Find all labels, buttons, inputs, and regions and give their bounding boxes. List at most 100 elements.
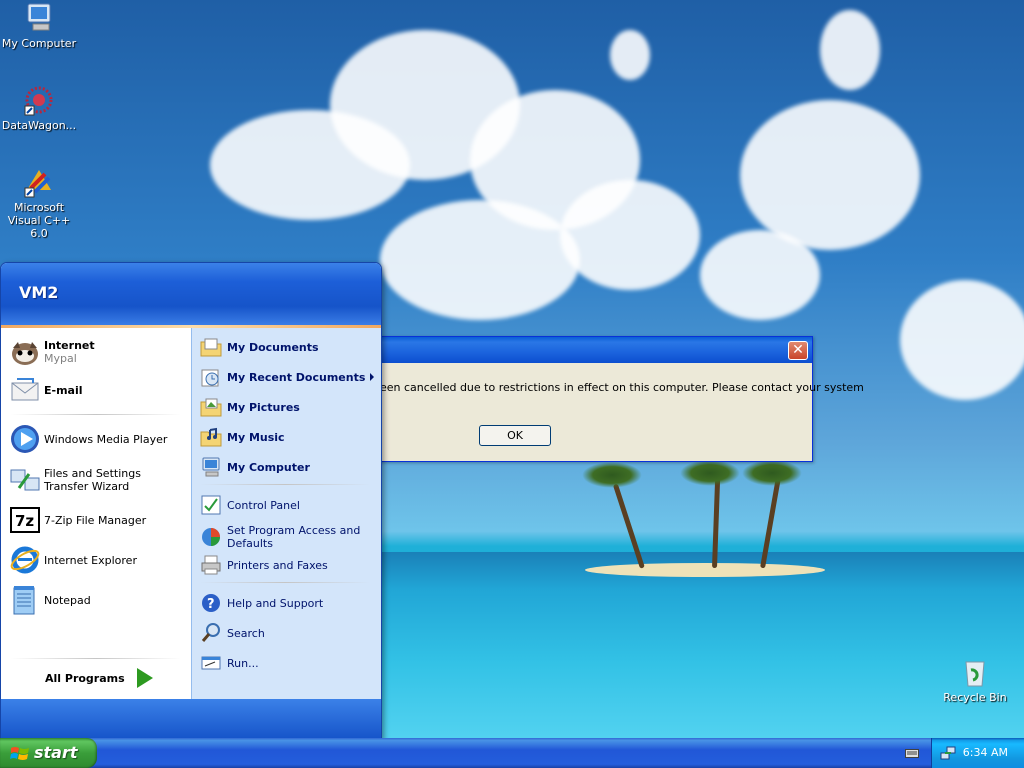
printer-icon: [200, 554, 222, 576]
windows-logo-icon: [10, 745, 30, 766]
keyboard-icon[interactable]: [905, 747, 919, 762]
cloud: [380, 200, 580, 320]
palm-leaves: [742, 460, 802, 486]
cloud: [740, 100, 920, 250]
start-button[interactable]: start: [0, 738, 97, 768]
7zip-icon: 7z: [9, 504, 41, 536]
pinned-email[interactable]: E-mail: [9, 374, 83, 406]
desktop-icon-my-computer[interactable]: My Computer: [0, 2, 78, 50]
pinned-label: E-mail: [44, 383, 83, 397]
recent-label: Files and Settings Transfer Wizard: [44, 467, 141, 493]
error-dialog: ✕ een cancelled due to restrictions in e…: [378, 336, 864, 462]
dialog-ok-button[interactable]: OK: [479, 425, 551, 446]
places-printers[interactable]: Printers and Faxes: [200, 554, 328, 576]
green-arrow-icon: [136, 668, 153, 688]
email-icon: [9, 374, 41, 406]
desktop-icon-datawagon[interactable]: DataWagon...: [0, 84, 78, 132]
recent-internet-explorer[interactable]: Internet Explorer: [9, 544, 137, 576]
all-programs-separator: [11, 658, 181, 659]
palm-leaves: [680, 460, 740, 486]
computer-icon: [200, 456, 222, 478]
svg-text:?: ?: [207, 597, 215, 612]
palm-leaves: [582, 462, 642, 488]
places-label: Printers and Faxes: [227, 558, 328, 572]
user-name: VM2: [19, 283, 59, 302]
recent-media-player[interactable]: Windows Media Player: [9, 423, 167, 455]
places-search[interactable]: Search: [200, 622, 265, 644]
places-help[interactable]: ? Help and Support: [200, 592, 323, 614]
places-my-recent-documents[interactable]: My Recent Documents: [200, 366, 376, 388]
dialog-close-button[interactable]: ✕: [788, 341, 808, 360]
places-label: Control Panel: [227, 498, 300, 512]
pinned-sublabel: Mypal: [44, 352, 77, 365]
desktop-icon-label: DataWagon...: [1, 119, 77, 132]
desktop-icon-label: Recycle Bin: [943, 691, 1007, 704]
places-label: My Music: [227, 430, 285, 444]
recent-label: 7-Zip File Manager: [44, 513, 147, 527]
documents-folder-icon: [200, 336, 222, 358]
start-menu-header: VM2: [1, 263, 381, 325]
pinned-separator: [11, 414, 181, 415]
island: [585, 563, 825, 577]
search-icon: [200, 622, 222, 644]
transfer-wizard-icon: [9, 464, 41, 496]
places-label: Search: [227, 626, 265, 640]
notepad-icon: [9, 584, 41, 616]
places-my-pictures[interactable]: My Pictures: [200, 396, 300, 418]
run-icon: [200, 652, 222, 674]
datawagon-icon: [23, 84, 55, 116]
places-separator: [200, 484, 370, 485]
system-tray: 6:34 AM: [931, 738, 1024, 768]
places-label: My Pictures: [227, 400, 300, 414]
svg-text:7z: 7z: [15, 512, 34, 530]
places-label: Set Program Access and Defaults: [227, 524, 361, 550]
all-programs-button[interactable]: All Programs: [45, 668, 153, 688]
places-control-panel[interactable]: Control Panel: [200, 494, 300, 516]
desktop-icon-label: My Computer: [1, 37, 77, 50]
control-panel-icon: [200, 494, 222, 516]
dialog-title-bar[interactable]: ✕: [378, 337, 812, 363]
start-menu-left-panel: Internet Mypal E-mail Windows Media Playe…: [1, 328, 191, 699]
pinned-internet[interactable]: Internet Mypal: [9, 336, 95, 368]
clock[interactable]: 6:34 AM: [963, 746, 1008, 759]
places-my-computer[interactable]: My Computer: [200, 456, 310, 478]
places-label: My Recent Documents: [227, 370, 366, 384]
recent-documents-icon: [200, 366, 222, 388]
my-computer-icon: [23, 2, 55, 34]
start-label: start: [34, 743, 78, 762]
places-my-music[interactable]: My Music: [200, 426, 285, 448]
places-set-program-access[interactable]: Set Program Access and Defaults: [200, 524, 370, 550]
cloud: [900, 280, 1024, 400]
recent-notepad[interactable]: Notepad: [9, 584, 91, 616]
cloud: [560, 180, 700, 290]
places-run[interactable]: Run...: [200, 652, 259, 674]
places-separator: [200, 582, 370, 583]
places-label: Run...: [227, 656, 259, 670]
places-label: Help and Support: [227, 596, 324, 610]
mypal-browser-icon: [9, 336, 41, 368]
desktop-icon-visual-cpp[interactable]: Microsoft Visual C++ 6.0: [0, 166, 78, 240]
recent-7zip[interactable]: 7z 7-Zip File Manager: [9, 504, 146, 536]
places-label: My Computer: [227, 460, 310, 474]
start-menu-footer: [1, 699, 381, 739]
music-folder-icon: [200, 426, 222, 448]
recycle-bin-icon: [959, 656, 991, 688]
start-menu-right-panel: My Documents My Recent Documents My Pict…: [191, 328, 381, 699]
start-menu: VM2 Internet Mypal E-mail Windows Media P…: [0, 262, 382, 740]
places-my-documents[interactable]: My Documents: [200, 336, 319, 358]
all-programs-label: All Programs: [45, 671, 125, 685]
recent-label: Notepad: [44, 593, 91, 607]
pictures-folder-icon: [200, 396, 222, 418]
taskbar: start 6:34 AM: [0, 738, 1024, 768]
recent-transfer-wizard[interactable]: Files and Settings Transfer Wizard: [9, 464, 184, 496]
network-icon[interactable]: [940, 745, 956, 764]
program-access-icon: [200, 526, 222, 548]
desktop-icon-label: Microsoft Visual C++ 6.0: [7, 201, 71, 240]
visual-cpp-icon: [23, 166, 55, 198]
cloud: [610, 30, 650, 80]
desktop-icon-recycle-bin[interactable]: Recycle Bin: [936, 656, 1014, 704]
internet-explorer-icon: [9, 544, 41, 576]
recent-label: Internet Explorer: [44, 553, 137, 567]
dialog-message: een cancelled due to restrictions in eff…: [380, 381, 864, 394]
cloud: [700, 230, 820, 320]
